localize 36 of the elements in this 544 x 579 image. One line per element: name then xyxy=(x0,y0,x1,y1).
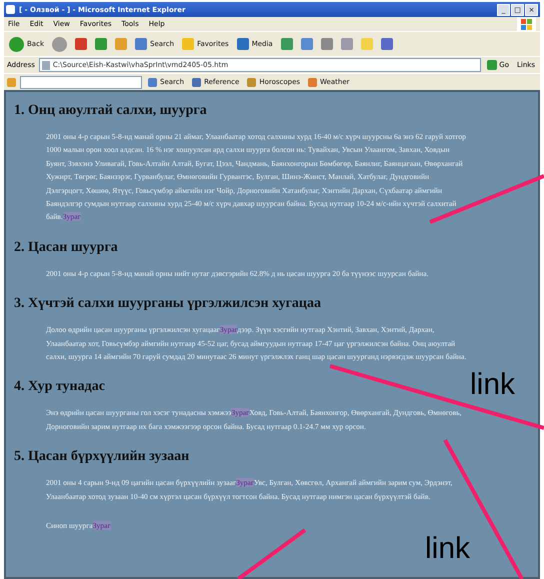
link-icon xyxy=(192,78,202,86)
search-field[interactable] xyxy=(20,76,142,88)
toolbar-icon xyxy=(380,38,393,50)
toolbar-icon xyxy=(52,36,67,52)
annotation-label: link xyxy=(470,370,516,400)
toolbar-icon xyxy=(75,38,87,50)
annotation-label: link xyxy=(425,534,470,564)
link-icon xyxy=(148,78,157,86)
section-heading: 3. Хүчтэй салхи шуурганы үргэлжилсэн хугацаа xyxy=(14,296,322,312)
toolbar-icon xyxy=(360,38,373,50)
leader-line xyxy=(236,528,306,579)
page-icon xyxy=(42,60,50,70)
toolbar-icon xyxy=(7,78,16,86)
toolbar-button[interactable] xyxy=(73,38,89,50)
toolbar-icon xyxy=(236,38,249,50)
section-heading: 1. Онц аюултай салхи, шуурга xyxy=(14,103,208,119)
toolbar-button[interactable] xyxy=(378,38,395,50)
toolbar-icon xyxy=(115,38,127,50)
section-heading: 2. Цасан шуурга xyxy=(14,240,119,256)
browser-icon xyxy=(6,5,15,14)
toolbar-icon xyxy=(320,38,333,50)
toolbar-button[interactable] xyxy=(278,38,295,50)
toolbar-icon xyxy=(95,38,107,50)
toolbar-button[interactable] xyxy=(318,38,335,50)
toolbar-button[interactable] xyxy=(50,36,69,52)
toolbar-button[interactable] xyxy=(93,38,109,50)
toolbar-button[interactable] xyxy=(298,38,315,50)
toolbar-button[interactable] xyxy=(338,38,355,50)
link-icon xyxy=(308,78,318,86)
toolbar-icon xyxy=(280,38,293,50)
section-heading: 4. Хур тунадас xyxy=(14,379,106,396)
toolbar-icon xyxy=(340,38,353,50)
section-heading: 5. Цасан бүрхүүлийн зузаан xyxy=(14,449,190,466)
toolbar-icon xyxy=(300,38,313,50)
link-icon xyxy=(247,78,256,86)
toolbar-button[interactable] xyxy=(113,38,129,50)
